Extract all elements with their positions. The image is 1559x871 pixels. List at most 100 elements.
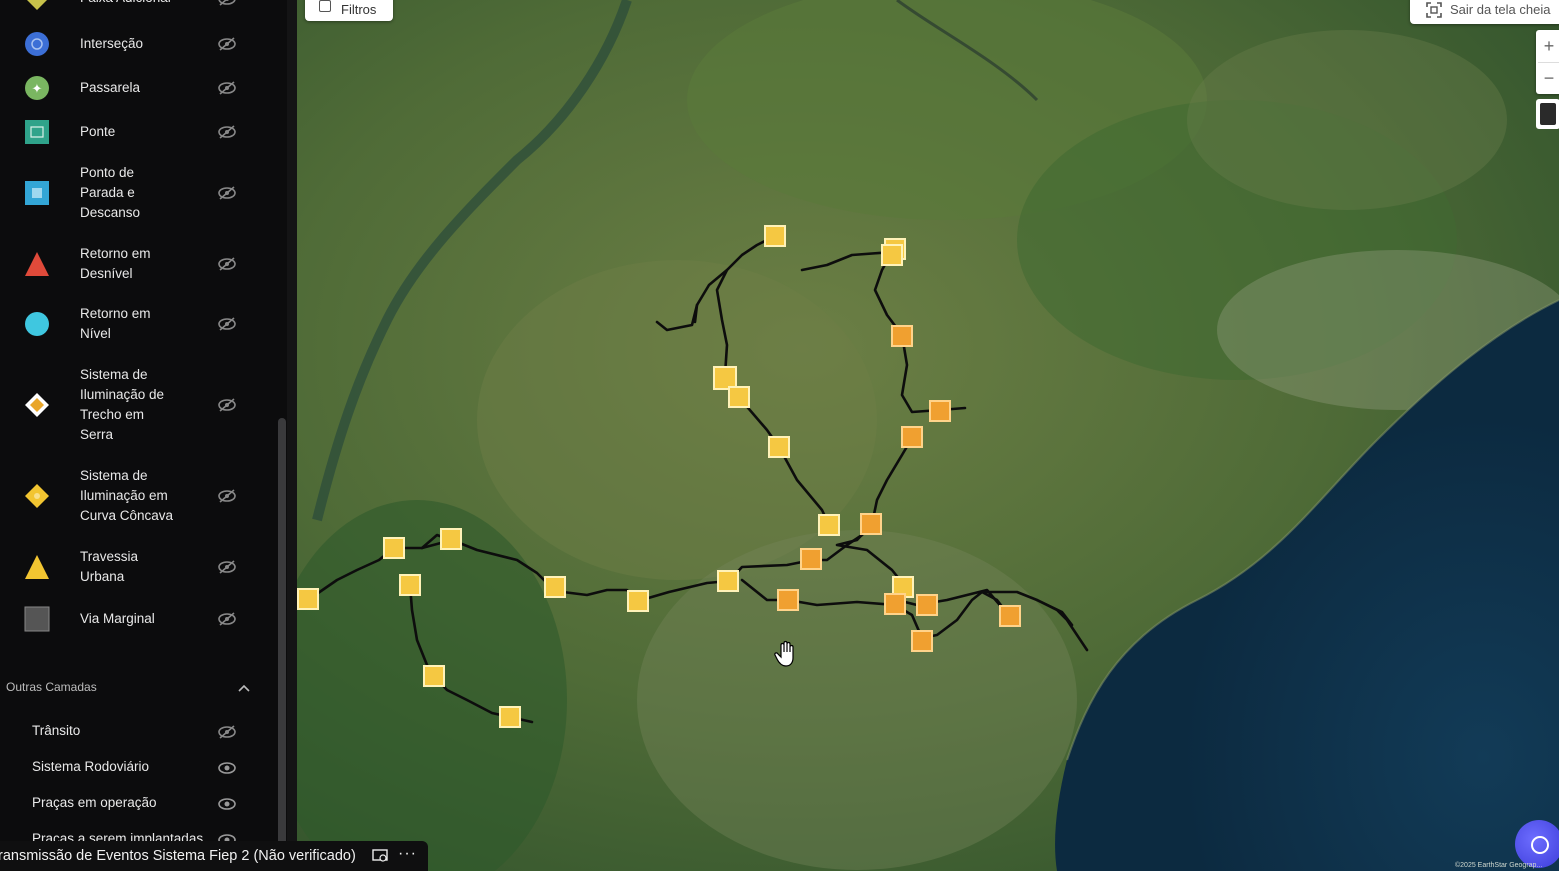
map-marker-orange[interactable]	[901, 426, 923, 448]
eye-off-icon[interactable]	[217, 257, 237, 271]
passarela-icon: ✦	[24, 75, 50, 101]
layer-label: Sistema Rodoviário	[32, 759, 150, 774]
zoom-out-button[interactable]: −	[1536, 62, 1559, 94]
layer-label: Praças em operação	[32, 795, 157, 810]
intersecao-icon	[24, 31, 50, 57]
exit-fullscreen-button[interactable]: Sair da tela cheia	[1410, 0, 1559, 24]
via-marginal-icon	[24, 606, 50, 632]
satellite-map[interactable]: Filtros Sair da tela cheia + − ©2025 Ear…	[297, 0, 1559, 871]
eye-off-icon[interactable]	[217, 186, 237, 200]
map-marker-yellow[interactable]	[440, 528, 462, 550]
legend-item-ponto-parada[interactable]: Ponto de Parada e Descanso	[0, 162, 260, 224]
legend-item-via-marginal[interactable]: Via Marginal	[0, 606, 260, 632]
map-marker-orange[interactable]	[999, 605, 1021, 627]
cast-icon[interactable]	[372, 849, 388, 863]
layer-item-sistema-rodoviario[interactable]: Sistema Rodoviário	[0, 757, 260, 781]
retorno-desnivel-icon	[24, 251, 50, 277]
legend-label: Interseção	[80, 36, 144, 51]
layer-label: Trânsito	[32, 723, 81, 738]
exit-fullscreen-label: Sair da tela cheia	[1450, 2, 1551, 17]
map-marker-yellow[interactable]	[297, 588, 319, 610]
eye-off-icon[interactable]	[217, 37, 237, 51]
map-marker-orange[interactable]	[777, 589, 799, 611]
filters-label: Filtros	[341, 2, 377, 17]
zoom-control: + −	[1536, 30, 1559, 94]
map-marker-orange[interactable]	[891, 325, 913, 347]
sidebar-divider	[287, 0, 297, 871]
legend-label: Faixa Adicional	[80, 0, 200, 8]
eye-off-icon[interactable]	[217, 560, 237, 574]
layers-sidebar: Faixa Adicional Interseção ✦ Passarela P…	[0, 0, 292, 871]
faixa-adicional-icon	[24, 0, 50, 10]
map-marker-orange[interactable]	[884, 593, 906, 615]
eye-icon[interactable]	[217, 797, 237, 811]
legend-item-retorno-desnivel[interactable]: Retorno em Desnível	[0, 243, 260, 285]
legend-label: Retorno em Desnível	[80, 246, 151, 281]
zoom-in-button[interactable]: +	[1536, 30, 1559, 62]
ponto-parada-icon	[24, 180, 50, 206]
map-marker-yellow[interactable]	[544, 576, 566, 598]
zoom-separator	[1538, 62, 1559, 63]
legend-item-faixa-adicional[interactable]: Faixa Adicional	[0, 0, 260, 10]
map-marker-yellow[interactable]	[728, 386, 750, 408]
svg-text:✦: ✦	[32, 82, 43, 97]
video-title-bar: ransmissão de Eventos Sistema Fiep 2 (Nã…	[0, 841, 428, 871]
chevron-up-icon[interactable]	[238, 683, 250, 693]
eye-off-icon[interactable]	[217, 398, 237, 412]
map-marker-yellow[interactable]	[818, 514, 840, 536]
legend-item-ponte[interactable]: Ponte	[0, 120, 260, 144]
map-marker-yellow[interactable]	[717, 570, 739, 592]
legend-item-passarela[interactable]: ✦ Passarela	[0, 76, 260, 100]
map-marker-orange[interactable]	[929, 400, 951, 422]
eye-off-icon[interactable]	[217, 317, 237, 331]
map-marker-yellow[interactable]	[768, 436, 790, 458]
ponte-icon	[24, 119, 50, 145]
other-layers-header[interactable]: Outras Camadas	[6, 680, 256, 698]
more-icon[interactable]: ···	[398, 845, 417, 863]
legend-label: Passarela	[80, 80, 141, 95]
eye-icon[interactable]	[217, 761, 237, 775]
legend-label: Sistema de Iluminação de Trecho em Serra	[80, 367, 165, 442]
map-marker-yellow[interactable]	[383, 537, 405, 559]
panel-toggle-button[interactable]	[1536, 99, 1559, 129]
eye-off-icon[interactable]	[217, 81, 237, 95]
eye-off-icon[interactable]	[217, 612, 237, 626]
sidebar-scrollbar[interactable]	[278, 418, 286, 858]
legend-label: Retorno em Nível	[80, 306, 151, 341]
eye-off-icon[interactable]	[217, 725, 237, 739]
legend-item-iluminacao-curva[interactable]: Sistema de Iluminação em Curva Côncava	[0, 465, 260, 527]
map-marker-yellow[interactable]	[399, 574, 421, 596]
layer-item-transito[interactable]: Trânsito	[0, 721, 260, 745]
map-marker-orange[interactable]	[800, 548, 822, 570]
legend-label: Sistema de Iluminação em Curva Côncava	[80, 468, 174, 523]
eye-off-icon[interactable]	[217, 125, 237, 139]
filters-button[interactable]: Filtros	[305, 0, 393, 21]
legend-item-retorno-nivel[interactable]: Retorno em Nível	[0, 303, 260, 345]
exit-fullscreen-icon	[1426, 2, 1442, 18]
assistant-button[interactable]	[1515, 820, 1559, 868]
travessia-urbana-icon	[24, 554, 50, 580]
map-marker-orange[interactable]	[911, 630, 933, 652]
map-marker-yellow[interactable]	[881, 244, 903, 266]
legend-label: Travessia Urbana	[80, 549, 139, 584]
legend-item-iluminacao-serra[interactable]: Sistema de Iluminação de Trecho em Serra	[0, 364, 260, 446]
retorno-nivel-icon	[24, 311, 50, 337]
map-marker-yellow[interactable]	[764, 225, 786, 247]
collapse-icon	[1540, 103, 1556, 125]
legend-item-travessia-urbana[interactable]: Travessia Urbana	[0, 546, 260, 588]
layer-item-pracas-operacao[interactable]: Praças em operação	[0, 793, 260, 817]
map-marker-yellow[interactable]	[499, 706, 521, 728]
iluminacao-serra-icon	[24, 392, 50, 418]
legend-label: Ponte	[80, 124, 116, 139]
map-marker-orange[interactable]	[860, 513, 882, 535]
map-marker-yellow[interactable]	[423, 665, 445, 687]
video-title[interactable]: ransmissão de Eventos Sistema Fiep 2 (Nã…	[0, 848, 356, 864]
eye-off-icon[interactable]	[217, 489, 237, 503]
legend-label: Ponto de Parada e Descanso	[80, 165, 141, 220]
map-marker-yellow[interactable]	[627, 590, 649, 612]
map-marker-orange[interactable]	[916, 594, 938, 616]
legend-item-intersecao[interactable]: Interseção	[0, 32, 260, 56]
eye-off-icon[interactable]	[217, 0, 237, 6]
panel-icon	[319, 0, 331, 12]
hand-cursor-icon	[774, 640, 794, 667]
